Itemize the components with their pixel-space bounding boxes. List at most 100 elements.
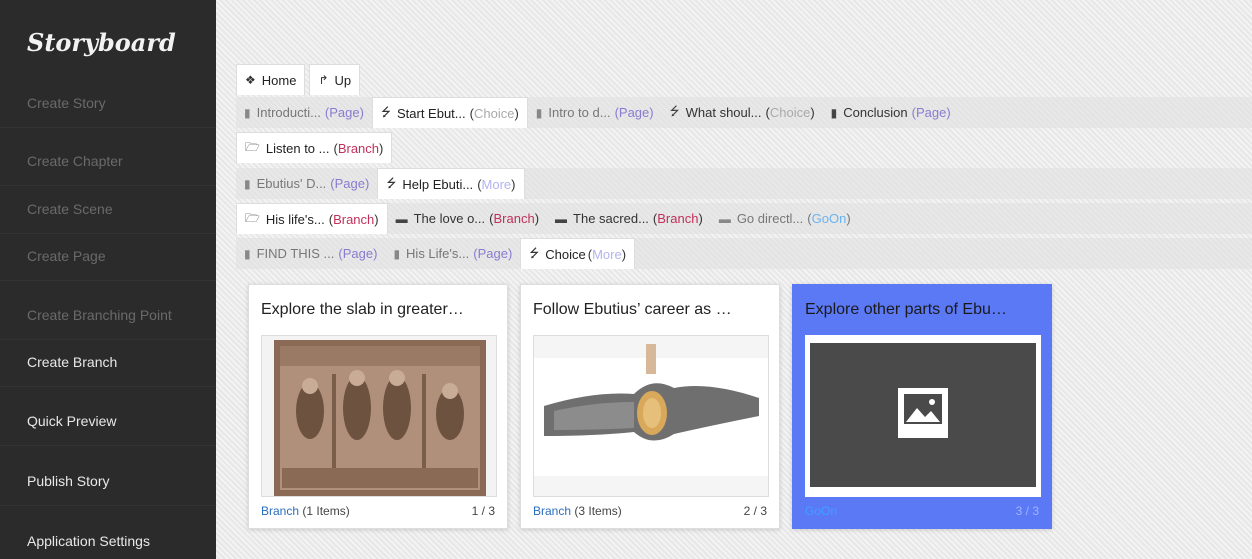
- crumb-page[interactable]: ▮ Ebutius' D... (Page): [236, 168, 377, 199]
- page-icon: ▮: [830, 105, 838, 120]
- crumb-page[interactable]: ▮ His Life's... (Page): [385, 238, 520, 269]
- sidebar-item-quick-preview[interactable]: Quick Preview: [0, 396, 216, 446]
- card-title: Explore other parts of Ebu…: [805, 301, 1007, 318]
- crumb-name: Choice: [545, 246, 586, 262]
- crumb-kind: Branch: [493, 211, 535, 226]
- breadcrumb-row-2: 🗁 Listen to ... (Branch): [236, 132, 393, 163]
- crumb-kind: Page: [477, 246, 508, 261]
- card-count: (1 Items): [302, 504, 350, 518]
- page-icon: ▮: [244, 246, 251, 261]
- iron-tool-image: [534, 336, 768, 496]
- option-card-selected[interactable]: Explore other parts of Ebu… GoOn 3 / 3: [792, 284, 1052, 529]
- page-icon: ▮: [393, 246, 401, 261]
- crumb-kind: Branch: [333, 211, 375, 227]
- crumb-name: Go directl...: [736, 211, 804, 226]
- crumb-goon[interactable]: ▬ Go directl... (GoOn): [711, 203, 859, 234]
- choice-icon: ⭍: [669, 104, 680, 118]
- crumb-page[interactable]: ▮ FIND THIS ... (Page): [236, 238, 385, 269]
- folder-open-icon: 🗁: [245, 210, 260, 225]
- crumb-branch[interactable]: 🗁 Listen to ... (Branch): [236, 132, 393, 163]
- sidebar-item-application-settings[interactable]: Application Settings: [0, 516, 216, 559]
- choice-icon: ⭍: [529, 245, 540, 260]
- card-page-index: 2 / 3: [743, 504, 767, 518]
- option-card[interactable]: Follow Ebutius’ career as … Branch (3 It…: [520, 284, 780, 529]
- card-kind[interactable]: Branch: [261, 504, 299, 518]
- stone-relief-image: [262, 336, 496, 496]
- crumb-name: Conclusion: [843, 105, 908, 120]
- crumb-name: Intro to d...: [548, 105, 611, 120]
- crumb-kind: Choice: [473, 105, 515, 121]
- card-page-index: 3 / 3: [1015, 504, 1039, 518]
- crumb-kind: Page: [915, 105, 947, 120]
- crumb-branch[interactable]: ▬ The love o... (Branch): [388, 203, 547, 234]
- card-title: Follow Ebutius’ career as …: [533, 301, 732, 318]
- home-label: Home: [261, 72, 297, 88]
- crumb-branch[interactable]: ▬ The sacred... (Branch): [547, 203, 711, 234]
- crumb-name: His Life's...: [406, 246, 470, 261]
- app-logo: Storyboard: [27, 28, 176, 57]
- crumb-kind: More: [481, 176, 512, 192]
- page-icon: ▮: [244, 105, 251, 120]
- crumb-choice[interactable]: ⭍ Choice (More): [520, 238, 636, 269]
- card-count: (3 Items): [574, 504, 622, 518]
- crumb-name: The sacred...: [573, 211, 649, 226]
- crumb-choice[interactable]: ⭍ Help Ebuti... (More): [377, 168, 525, 199]
- sidebar-item-create-branch[interactable]: Create Branch: [0, 337, 216, 387]
- crumb-kind: Page: [329, 105, 360, 120]
- card-kind[interactable]: Branch: [533, 504, 571, 518]
- folder-icon: ▬: [395, 211, 408, 226]
- sidebar-item-create-story[interactable]: Create Story: [0, 78, 216, 128]
- crumb-kind: More: [592, 246, 622, 262]
- breadcrumb-row-1: ▮ Introducti... (Page) ⭍ Start Ebut... (…: [236, 97, 1252, 128]
- page-icon: ▮: [244, 176, 251, 191]
- card-image: [805, 335, 1041, 497]
- card-kind[interactable]: GoOn: [805, 504, 837, 518]
- home-button[interactable]: ❖ Home: [236, 64, 306, 95]
- up-button[interactable]: ↱ Up: [309, 64, 361, 95]
- sidebar-item-publish-story[interactable]: Publish Story: [0, 456, 216, 506]
- page-icon: ▮: [535, 105, 543, 120]
- sidebar-item-create-page[interactable]: Create Page: [0, 231, 216, 281]
- crumb-name: Introducti...: [256, 105, 321, 120]
- card-footer: GoOn 3 / 3: [805, 504, 1039, 518]
- crumb-page[interactable]: ▮ Intro to d... (Page): [528, 97, 662, 128]
- sidebar-item-create-branching-point[interactable]: Create Branching Point: [0, 290, 216, 340]
- breadcrumb-row-5: ▮ FIND THIS ... (Page) ▮ His Life's... (…: [236, 238, 1252, 269]
- crumb-name: FIND THIS ...: [256, 246, 335, 261]
- crumb-name: His life's...: [265, 211, 325, 227]
- up-label: Up: [334, 72, 352, 88]
- card-footer: Branch (1 Items) 1 / 3: [261, 504, 495, 518]
- card-footer: Branch (3 Items) 2 / 3: [533, 504, 767, 518]
- crumb-choice[interactable]: ⭍ What shoul... (Choice): [662, 97, 823, 128]
- crumb-choice[interactable]: ⭍ Start Ebut... (Choice): [371, 97, 528, 128]
- crumb-name: Listen to ...: [265, 140, 330, 156]
- crumb-page[interactable]: ▮ Conclusion (Page): [823, 97, 959, 128]
- breadcrumb-row-4: 🗁 His life's... (Branch) ▬ The love o...…: [236, 203, 1252, 234]
- crumb-kind: Page: [618, 105, 650, 120]
- crumb-name: Help Ebuti...: [402, 176, 474, 192]
- breadcrumb-row-3: ▮ Ebutius' D... (Page) ⭍ Help Ebuti... (…: [236, 168, 1252, 199]
- folder-icon: ▬: [555, 211, 568, 226]
- choice-icon: ⭍: [386, 175, 397, 190]
- sidebar-item-create-chapter[interactable]: Create Chapter: [0, 136, 216, 186]
- crumb-page[interactable]: ▮ Introducti... (Page): [236, 97, 372, 128]
- folder-open-icon: 🗁: [245, 139, 260, 154]
- sidebar: Storyboard Create Story Create Chapter C…: [0, 0, 216, 559]
- crumb-branch[interactable]: 🗁 His life's... (Branch): [236, 203, 388, 234]
- card-image: [533, 335, 769, 497]
- placeholder-image-icon: [805, 335, 1041, 497]
- up-arrow-icon: ↱: [318, 73, 329, 87]
- card-page-index: 1 / 3: [471, 504, 495, 518]
- crumb-kind: Page: [334, 176, 366, 191]
- folder-icon: ▬: [718, 211, 731, 226]
- sidebar-item-create-scene[interactable]: Create Scene: [0, 184, 216, 234]
- crumb-name: The love o...: [413, 211, 486, 226]
- crumb-kind: Branch: [657, 211, 699, 226]
- option-card[interactable]: Explore the slab in greater… Branch (1 I…: [248, 284, 508, 529]
- crumb-name: Start Ebut...: [396, 105, 466, 121]
- crumb-name: What shoul...: [685, 105, 762, 120]
- nav-row: ❖ Home ↱ Up: [236, 64, 361, 95]
- choice-icon: ⭍: [380, 104, 391, 119]
- crumb-kind: Page: [342, 246, 374, 261]
- crumb-name: Ebutius' D...: [256, 176, 327, 191]
